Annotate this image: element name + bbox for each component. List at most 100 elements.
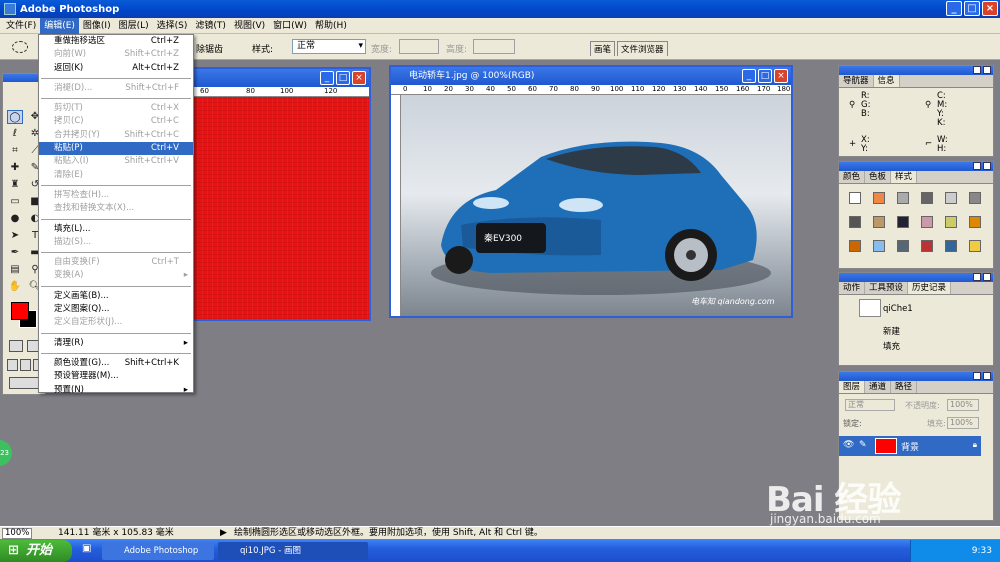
style-swatch[interactable] [921, 240, 933, 252]
doc-maximize-button[interactable]: □ [758, 69, 772, 83]
layer-row[interactable]: 👁︎ ✎ 背景 🔒︎ [839, 436, 981, 456]
panel-minimize-icon[interactable] [973, 66, 981, 74]
edit-menu-item[interactable]: 清理(R) ▸ [39, 337, 193, 350]
menu-image[interactable]: 图像(I) [79, 18, 115, 34]
eye-icon[interactable]: 👁︎ [843, 440, 854, 450]
fill-input[interactable]: 100% [947, 417, 979, 429]
task-photoshop[interactable]: Adobe Photoshop [102, 542, 214, 560]
healing-brush-icon[interactable]: ✚ [7, 161, 23, 175]
blur-tool-icon[interactable]: ● [7, 212, 23, 226]
menu-layer[interactable]: 图层(L) [115, 18, 153, 34]
panel-close-icon[interactable] [983, 66, 991, 74]
style-swatch[interactable] [897, 192, 909, 204]
snapshot-thumbnail[interactable] [859, 299, 881, 317]
menu-select[interactable]: 选择(S) [153, 18, 192, 34]
edit-menu-item[interactable]: 填充(L)... [39, 223, 193, 236]
standard-mode-icon[interactable] [9, 340, 23, 352]
style-swatch[interactable] [897, 216, 909, 228]
style-swatch[interactable] [849, 216, 861, 228]
zoom-input[interactable]: 100% [2, 528, 32, 539]
edit-menu-item[interactable]: 粘贴(P) Ctrl+V [39, 142, 193, 156]
opacity-input[interactable]: 100% [947, 399, 979, 411]
tab-paths[interactable]: 路径 [891, 381, 918, 393]
tab-tool-presets[interactable]: 工具预设 [865, 282, 909, 294]
edit-menu-item[interactable]: 预置(N) ▸ [39, 384, 193, 397]
panel-close-icon[interactable] [983, 372, 991, 380]
history-step[interactable]: 填充 [883, 340, 900, 352]
menu-view[interactable]: 视图(V) [230, 18, 269, 34]
task-paint[interactable]: qi10.JPG - 画图 [218, 542, 368, 560]
style-swatch[interactable] [945, 240, 957, 252]
close-button[interactable]: × [982, 1, 998, 16]
edit-menu-item[interactable]: 返回(K) Alt+Ctrl+Z [39, 62, 193, 75]
tab-swatches[interactable]: 色板 [865, 171, 892, 183]
panel-minimize-icon[interactable] [973, 372, 981, 380]
doc-close-button[interactable]: × [352, 71, 366, 85]
edit-menu-item[interactable]: 定义图案(Q)... [39, 303, 193, 316]
style-swatch[interactable] [873, 216, 885, 228]
tab-info[interactable]: 信息 [873, 75, 900, 87]
menu-edit[interactable]: 编辑(E) [40, 17, 79, 34]
doc-close-button[interactable]: × [774, 69, 788, 83]
tab-channels[interactable]: 通道 [865, 381, 892, 393]
crop-tool-icon[interactable]: ⌗ [7, 144, 23, 158]
history-snapshot[interactable]: qiChe1 [883, 304, 913, 314]
menu-help[interactable]: 帮助(H) [311, 18, 351, 34]
tab-actions[interactable]: 动作 [839, 282, 866, 294]
pen-tool-icon[interactable]: ✒ [7, 246, 23, 260]
style-swatch[interactable] [873, 240, 885, 252]
panel-minimize-icon[interactable] [973, 162, 981, 170]
edit-menu-item[interactable]: 颜色设置(G)... Shift+Ctrl+K [39, 357, 193, 370]
edit-menu-item[interactable]: 重做拖移选区 Ctrl+Z [39, 35, 193, 48]
panel-close-icon[interactable] [983, 273, 991, 281]
tab-brushes[interactable]: 画笔 [590, 41, 616, 56]
tab-history[interactable]: 历史记录 [908, 282, 952, 294]
menu-file[interactable]: 文件(F) [2, 18, 40, 34]
style-swatch[interactable] [921, 216, 933, 228]
style-swatch[interactable] [945, 192, 957, 204]
edit-menu-item[interactable]: 预设管理器(M)... [39, 370, 193, 383]
style-swatch[interactable] [969, 192, 981, 204]
panel-close-icon[interactable] [983, 162, 991, 170]
eraser-tool-icon[interactable]: ▭ [7, 195, 23, 209]
quick-launch-icon[interactable]: ▣ [82, 543, 91, 554]
jump-to-imageready-icon[interactable] [9, 377, 41, 389]
screen-mode-2-icon[interactable] [20, 359, 31, 371]
menu-filter[interactable]: 滤镜(T) [191, 18, 230, 34]
doc-minimize-button[interactable]: _ [320, 71, 334, 85]
foreground-color-swatch[interactable] [11, 302, 29, 320]
path-select-icon[interactable]: ➤ [7, 229, 23, 243]
tab-color[interactable]: 颜色 [839, 171, 866, 183]
maximize-button[interactable]: □ [964, 1, 980, 16]
panel-minimize-icon[interactable] [973, 273, 981, 281]
triangle-icon[interactable]: ▶ [220, 527, 227, 539]
style-swatch[interactable] [897, 240, 909, 252]
style-swatch[interactable] [969, 240, 981, 252]
menu-window[interactable]: 窗口(W) [269, 18, 311, 34]
hand-tool-icon[interactable]: ✋ [7, 280, 23, 294]
marquee-tool-icon[interactable]: ◯ [7, 110, 23, 124]
tab-styles[interactable]: 样式 [891, 171, 918, 183]
style-swatch[interactable] [969, 216, 981, 228]
lasso-tool-icon[interactable]: ℓ [7, 127, 23, 141]
style-swatch[interactable] [849, 192, 861, 204]
tab-navigator[interactable]: 导航器 [839, 75, 874, 87]
start-button[interactable]: ⊞ 开始 [0, 540, 72, 562]
tab-file-browser[interactable]: 文件浏览器 [617, 41, 668, 56]
notes-tool-icon[interactable]: ▤ [7, 263, 23, 277]
width-input[interactable] [399, 39, 439, 54]
style-swatch[interactable] [849, 240, 861, 252]
stamp-tool-icon[interactable]: ♜ [7, 178, 23, 192]
edit-menu-item[interactable]: 定义画笔(B)... [39, 290, 193, 303]
style-select[interactable]: 正常 ▾ [292, 39, 366, 54]
minimize-button[interactable]: _ [946, 1, 962, 16]
document-window-car[interactable]: 电动轿车1.jpg @ 100%(RGB) _ □ × 0 10 20 30 4… [389, 65, 793, 318]
tab-layers[interactable]: 图层 [839, 381, 866, 393]
doc-maximize-button[interactable]: □ [336, 71, 350, 85]
screen-mode-1-icon[interactable] [7, 359, 18, 371]
car-photo[interactable]: 秦EV300 电车知 qiandong.com [401, 95, 791, 316]
history-step[interactable]: 新建 [883, 325, 900, 337]
style-swatch[interactable] [945, 216, 957, 228]
doc-minimize-button[interactable]: _ [742, 69, 756, 83]
style-swatch[interactable] [873, 192, 885, 204]
